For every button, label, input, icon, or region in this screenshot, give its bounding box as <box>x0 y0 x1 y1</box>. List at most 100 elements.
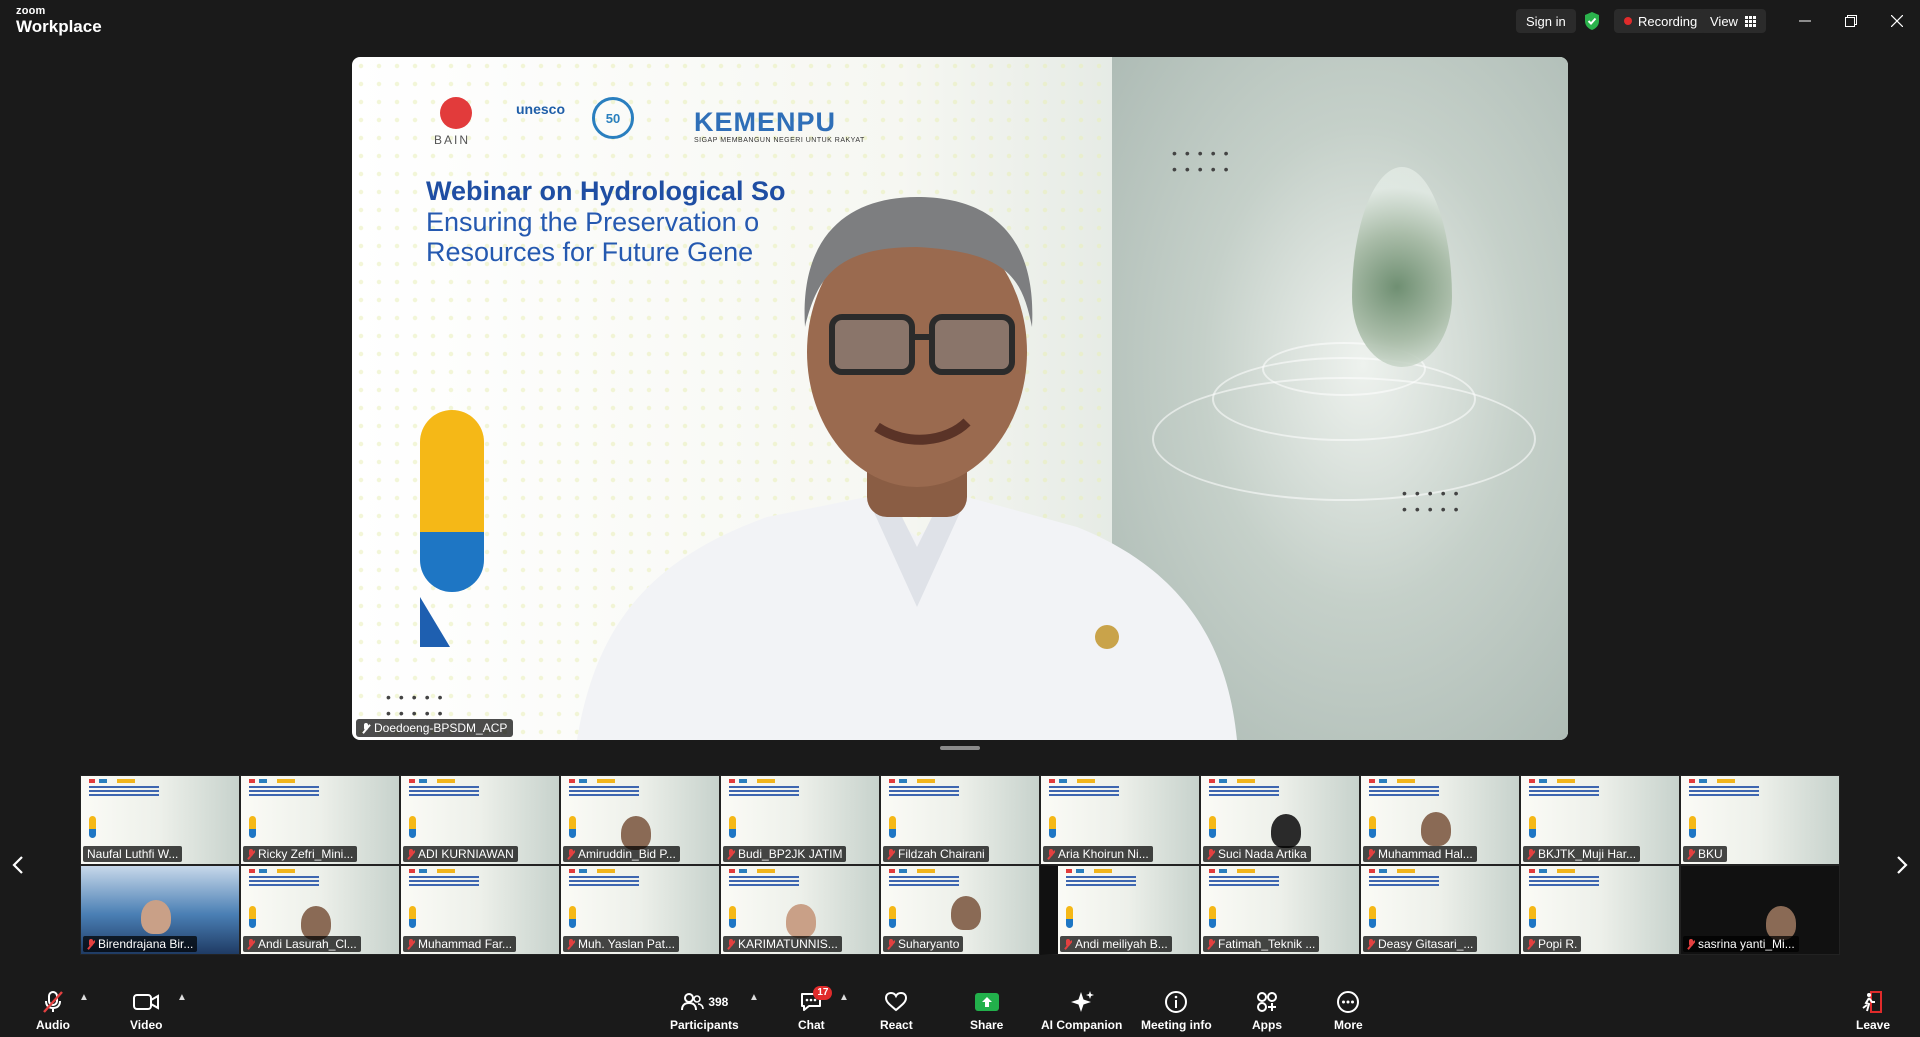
participant-name: Ricky Zefri_Mini... <box>258 847 354 861</box>
participant-tile[interactable]: Popi R. <box>1520 865 1680 955</box>
participant-tile[interactable]: Fatimah_Teknik ... <box>1200 865 1360 955</box>
mic-muted-icon <box>407 938 415 950</box>
slide-blue-triangle <box>420 597 450 647</box>
participant-tile[interactable]: BKJTK_Muji Har... <box>1520 775 1680 865</box>
slide-title-thumbnail <box>1209 876 1279 888</box>
audio-options-caret[interactable]: ▲ <box>79 992 89 1003</box>
minimize-window-button[interactable] <box>1782 8 1828 34</box>
mic-muted-icon <box>887 848 895 860</box>
participant-tile[interactable]: Deasy Gitasari_... <box>1360 865 1520 955</box>
participants-label: Participants <box>670 1018 739 1032</box>
participant-tile[interactable]: Budi_BP2JK JATIM <box>720 775 880 865</box>
slide-yellow-pill <box>420 410 484 540</box>
participant-tile[interactable]: Muhammad Far... <box>400 865 560 955</box>
recording-dot-icon <box>1624 17 1632 25</box>
more-button[interactable]: More <box>1334 990 1363 1032</box>
video-options-caret[interactable]: ▲ <box>177 992 187 1003</box>
participant-tile[interactable]: Andi meiliyah B... <box>1040 865 1200 955</box>
slide-logos-thumbnail <box>1209 869 1255 873</box>
participant-name-label: Aria Khoirun Ni... <box>1043 846 1153 862</box>
mic-muted-icon <box>567 848 575 860</box>
recording-indicator[interactable]: Recording <box>1614 9 1708 33</box>
mic-muted-icon <box>1687 848 1695 860</box>
participants-button[interactable]: 398 Participants <box>670 990 739 1032</box>
slide-logos-thumbnail <box>409 779 455 783</box>
kemenpu-logo: KEMENPU <box>694 107 837 137</box>
slide-pill-thumbnail <box>249 906 256 928</box>
view-button[interactable]: View <box>1700 9 1766 33</box>
slide-logos-thumbnail <box>89 779 135 783</box>
participants-options-caret[interactable]: ▲ <box>749 992 759 1003</box>
participant-tile[interactable]: BKU <box>1680 775 1840 865</box>
participant-video-face <box>1271 814 1301 848</box>
react-button[interactable]: React <box>880 990 913 1032</box>
participant-tile[interactable]: Suci Nada Artika <box>1200 775 1360 865</box>
share-button[interactable]: Share <box>970 990 1003 1032</box>
participant-tile[interactable]: Muhammad Hal... <box>1360 775 1520 865</box>
chat-button[interactable]: 17 Chat <box>798 986 833 1032</box>
apps-button[interactable]: Apps <box>1252 990 1282 1032</box>
participant-video-face <box>1766 906 1796 940</box>
video-button[interactable]: Video <box>130 990 162 1032</box>
participant-tile[interactable]: Naufal Luthfi W... <box>80 775 240 865</box>
participant-name: Popi R. <box>1538 937 1578 951</box>
mic-muted-icon <box>1207 938 1215 950</box>
share-label: Share <box>970 1018 1004 1032</box>
gallery-next-button[interactable] <box>1892 850 1912 880</box>
participant-tile[interactable]: Andi Lasurah_Cl... <box>240 865 400 955</box>
slide-logos-thumbnail <box>889 869 935 873</box>
zoom-workplace-logo: zoom Workplace <box>16 6 102 36</box>
participant-tile[interactable]: sasrina yanti_Mi... <box>1680 865 1840 955</box>
encryption-shield-icon[interactable] <box>1583 9 1601 33</box>
restore-window-button[interactable] <box>1828 8 1874 34</box>
participant-name: KARIMATUNNIS... <box>738 937 838 951</box>
slide-title-thumbnail <box>889 786 959 798</box>
resize-handle[interactable] <box>940 746 980 750</box>
close-window-button[interactable] <box>1874 8 1920 34</box>
participant-tile[interactable]: Ricky Zefri_Mini... <box>240 775 400 865</box>
slide-title-thumbnail <box>409 786 479 798</box>
slide-pill-thumbnail <box>89 816 96 838</box>
meeting-info-label: Meeting info <box>1141 1018 1212 1032</box>
slide-logos-thumbnail <box>729 869 775 873</box>
participant-name-label: Birendrajana Bir... <box>83 936 198 952</box>
meeting-info-button[interactable]: Meeting info <box>1141 990 1212 1032</box>
participant-tile[interactable]: Fildzah Chairani <box>880 775 1040 865</box>
chat-options-caret[interactable]: ▲ <box>839 992 849 1003</box>
ai-companion-label: AI Companion <box>1041 1018 1123 1032</box>
info-icon <box>1164 990 1188 1014</box>
leave-button[interactable]: Leave <box>1856 990 1890 1032</box>
participant-tile[interactable]: Amiruddin_Bid P... <box>560 775 720 865</box>
participant-name-label: Andi meiliyah B... <box>1060 936 1172 952</box>
bain-logo-text: BAIN <box>434 133 471 147</box>
audio-button[interactable]: Audio <box>36 990 70 1032</box>
slide-title-thumbnail <box>1529 786 1599 798</box>
gallery-prev-button[interactable] <box>8 850 28 880</box>
leave-door-icon <box>1861 990 1885 1014</box>
participant-tile[interactable]: Birendrajana Bir... <box>80 865 240 955</box>
slide-pill-thumbnail <box>889 816 896 838</box>
slide-pill-thumbnail <box>569 816 576 838</box>
close-icon <box>1891 15 1903 27</box>
anniversary-50-logo: 50 <box>592 97 634 139</box>
participant-tile[interactable]: Muh. Yaslan Pat... <box>560 865 720 955</box>
participant-tile[interactable]: Suharyanto <box>880 865 1040 955</box>
participant-tile[interactable]: KARIMATUNNIS... <box>720 865 880 955</box>
sign-in-label: Sign in <box>1526 13 1566 29</box>
participant-name-label: Amiruddin_Bid P... <box>563 846 680 862</box>
participant-name-label: sasrina yanti_Mi... <box>1683 936 1799 952</box>
participant-name-label: BKJTK_Muji Har... <box>1523 846 1641 862</box>
participant-name: Fildzah Chairani <box>898 847 985 861</box>
participant-tile[interactable]: Aria Khoirun Ni... <box>1040 775 1200 865</box>
participant-name: sasrina yanti_Mi... <box>1698 937 1795 951</box>
chat-icon: 17 <box>799 986 833 1014</box>
slide-title-thumbnail <box>89 786 159 798</box>
participant-tile[interactable]: ADI KURNIAWAN <box>400 775 560 865</box>
active-speaker-video[interactable]: BAIN unesco 50 KEMENPU SIGAP MEMBANGUN N… <box>352 57 1568 740</box>
heart-icon <box>884 990 908 1014</box>
chat-unread-badge: 17 <box>813 986 833 1000</box>
slide-title-thumbnail <box>569 786 639 798</box>
sign-in-button[interactable]: Sign in <box>1516 9 1576 33</box>
ai-companion-button[interactable]: AI Companion <box>1041 990 1122 1032</box>
participant-video-face <box>141 900 171 934</box>
